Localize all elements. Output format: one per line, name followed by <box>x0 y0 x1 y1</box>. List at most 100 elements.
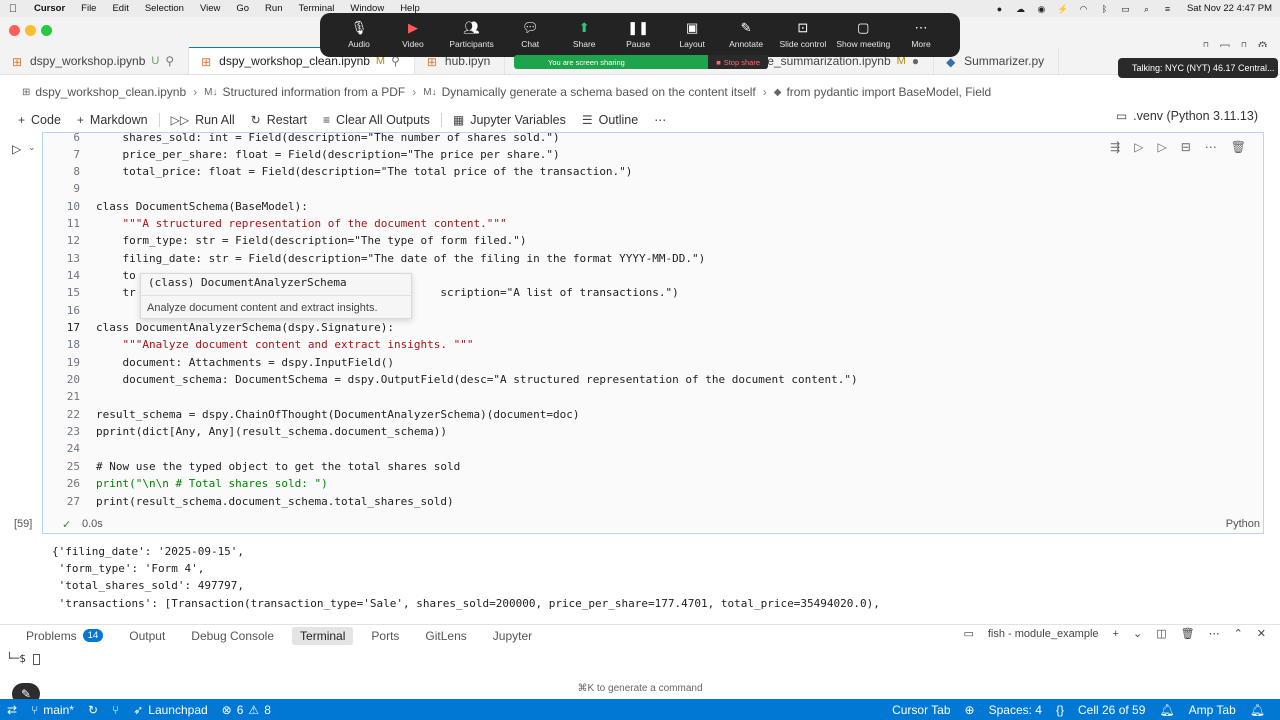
notebook-icon: ⊞ <box>201 55 212 69</box>
menu-file[interactable]: File <box>73 3 104 14</box>
cell-position-status[interactable]: Cell 26 of 59 <box>1071 703 1152 717</box>
more-actions-button[interactable]: ⋯ <box>646 113 674 127</box>
tab-problems[interactable]: Problems 14 <box>18 627 111 645</box>
close-window-button[interactable] <box>9 25 20 36</box>
launchpad-button[interactable]: ➶ Launchpad <box>126 703 214 717</box>
delete-cell-icon[interactable]: 🗑︎ <box>1231 140 1246 154</box>
zoom-more-button[interactable]: ⋯ More <box>894 20 948 49</box>
add-markdown-cell-button[interactable]: + Markdown <box>69 113 156 127</box>
execute-below-icon[interactable]: ▷ <box>1157 140 1166 154</box>
control-center-icon[interactable]: ≡ <box>1162 4 1173 14</box>
braces-icon[interactable]: {} <box>1049 703 1071 717</box>
hover-signature: (class) DocumentAnalyzerSchema <box>148 276 347 289</box>
zoom-layout-button[interactable]: ▣ Layout <box>665 20 719 49</box>
gitlens-label: GitLens <box>425 628 467 643</box>
cell-toolbar: ⇶ ▷ ▷ ⊟ ⋯ 🗑︎ <box>1110 140 1246 154</box>
zoom-chat-button[interactable]: 💬︎ Chat <box>503 20 557 49</box>
terminal-shell-label[interactable]: fish - module_example <box>988 628 1099 640</box>
chevron-down-icon[interactable]: ⌄ <box>28 142 36 153</box>
breadcrumb-file[interactable]: dspy_workshop_clean.ipynb <box>35 85 186 99</box>
apple-menu-icon[interactable]:  <box>0 3 26 15</box>
restart-button[interactable]: ↻ Restart <box>243 113 315 127</box>
line-number: 24 <box>66 442 80 455</box>
bell-icon[interactable]: 🔔︎ <box>1152 703 1181 717</box>
tab-ports[interactable]: Ports <box>363 627 407 645</box>
split-cell-icon[interactable]: ⊟ <box>1181 140 1191 154</box>
pin-icon[interactable]: ⚲ <box>165 54 174 68</box>
notifications-icon[interactable]: 🔔︎ <box>1243 703 1272 717</box>
menu-app[interactable]: Cursor <box>26 3 73 14</box>
zoom-participants-button[interactable]: 👥︎ Participants <box>440 20 503 49</box>
breadcrumb-section[interactable]: Structured information from a PDF <box>223 85 406 99</box>
cell-language[interactable]: Python <box>1226 518 1260 530</box>
zoom-video-button[interactable]: ▶︎ Video <box>386 20 440 49</box>
share-screen-icon: ⬆ <box>578 20 590 35</box>
breadcrumb-cell[interactable]: from pydantic import BaseModel, Field <box>786 85 991 99</box>
menu-go[interactable]: Go <box>228 3 257 14</box>
bolt-icon[interactable]: ⚡ <box>1057 4 1068 14</box>
tab-debug-console[interactable]: Debug Console <box>183 627 282 645</box>
minimize-window-button[interactable] <box>25 25 36 36</box>
close-panel-icon[interactable]: ✕ <box>1257 627 1266 640</box>
execute-above-icon[interactable]: ▷ <box>1134 140 1143 154</box>
wifi-icon[interactable]: ◠ <box>1078 4 1089 14</box>
remote-icon[interactable]: ⇄ <box>0 703 24 717</box>
menu-run[interactable]: Run <box>257 3 290 14</box>
chevron-down-icon[interactable]: ⌄ <box>1133 627 1142 640</box>
chat-icon: 💬︎ <box>521 20 539 35</box>
zoom-show-meeting-button[interactable]: ▢ Show meeting <box>833 20 894 49</box>
tab-dspy-workshop[interactable]: ⊞ dspy_workshop.ipynb U ⚲ <box>0 47 190 74</box>
tab-output[interactable]: Output <box>121 627 173 645</box>
menu-view[interactable]: View <box>192 3 228 14</box>
kernel-picker[interactable]: ▭ .venv (Python 3.11.13) <box>1108 109 1266 123</box>
tab-gitlens[interactable]: GitLens <box>417 627 474 645</box>
sync-icon[interactable]: ↻ <box>81 703 105 717</box>
zoom-slide-control-button[interactable]: ⊡ Slide control <box>773 20 833 49</box>
source-control-icon[interactable]: ⑂ <box>105 703 126 717</box>
zoom-share-button[interactable]: ⬆ Share <box>557 20 611 49</box>
hover-docstring: Analyze document content and extract ins… <box>147 302 378 314</box>
run-by-line-icon[interactable]: ⇶ <box>1110 140 1120 154</box>
zoom-audio-button[interactable]: 🎙︎ Audio <box>332 20 386 49</box>
terminal-prompt[interactable]: └─$ <box>6 652 40 665</box>
outline-button[interactable]: ☰ Outline <box>574 113 646 127</box>
line-number: 10 <box>66 200 80 213</box>
cursor-tab-status[interactable]: Cursor Tab <box>885 703 957 717</box>
menu-edit[interactable]: Edit <box>104 3 136 14</box>
cloud-icon[interactable]: ☁ <box>1015 4 1026 14</box>
split-terminal-icon[interactable]: ◫ <box>1156 627 1166 640</box>
tab-terminal[interactable]: Terminal <box>292 626 354 645</box>
zoom-search-icon[interactable]: ⊕ <box>958 703 982 717</box>
bluetooth-icon[interactable]: ᛒ <box>1099 4 1110 14</box>
stop-share-button[interactable]: ■ Stop share <box>708 55 768 69</box>
zoom-window-button[interactable] <box>41 25 52 36</box>
search-icon[interactable]: ⌕ <box>1141 4 1152 14</box>
more-dots-icon[interactable]: ⋯ <box>1205 140 1217 154</box>
new-terminal-icon[interactable]: + <box>1113 628 1119 640</box>
menu-selection[interactable]: Selection <box>137 3 192 14</box>
kill-terminal-icon[interactable]: 🗑︎ <box>1181 627 1195 640</box>
battery-icon[interactable]: ▭ <box>1120 4 1131 14</box>
jupyter-variables-button[interactable]: ▦ Jupyter Variables <box>445 113 574 127</box>
record-icon[interactable]: ● <box>994 4 1005 14</box>
problems-status[interactable]: ⊗ 6 ⚠ 8 <box>215 703 278 717</box>
zoom-meeting-controls: 🎙︎ Audio ▶︎ Video 👥︎ Participants 💬︎ Chat ⬆ S… <box>320 13 960 57</box>
breadcrumb-subsection[interactable]: Dynamically generate a schema based on t… <box>442 85 756 99</box>
tab-jupyter[interactable]: Jupyter <box>485 627 540 645</box>
amp-tab-status[interactable]: Amp Tab <box>1182 703 1243 717</box>
mic-icon[interactable]: ◉ <box>1036 4 1047 14</box>
zoom-pause-button[interactable]: ❚❚ Pause <box>611 20 665 49</box>
tab-modified-badge: U <box>151 54 160 67</box>
cell-status-row: [59] ✓ 0.0s Python <box>0 518 1264 532</box>
run-cell-icon[interactable]: ▷ <box>12 142 21 156</box>
git-branch[interactable]: ⑂ main* <box>24 703 81 717</box>
clear-all-outputs-button[interactable]: ≡ Clear All Outputs <box>315 113 438 127</box>
run-all-button[interactable]: ▷▷ Run All <box>163 113 243 127</box>
indentation-status[interactable]: Spaces: 4 <box>982 703 1049 717</box>
zoom-annotate-label: Annotate <box>729 39 764 49</box>
add-code-cell-button[interactable]: + Code <box>10 113 69 127</box>
menubar-clock[interactable]: Sat Nov 22 4:47 PM <box>1187 3 1272 14</box>
more-dots-icon[interactable]: ⋯ <box>1209 627 1220 640</box>
maximize-panel-icon[interactable]: ⌃ <box>1234 627 1243 640</box>
zoom-annotate-button[interactable]: ✎ Annotate <box>719 20 773 49</box>
